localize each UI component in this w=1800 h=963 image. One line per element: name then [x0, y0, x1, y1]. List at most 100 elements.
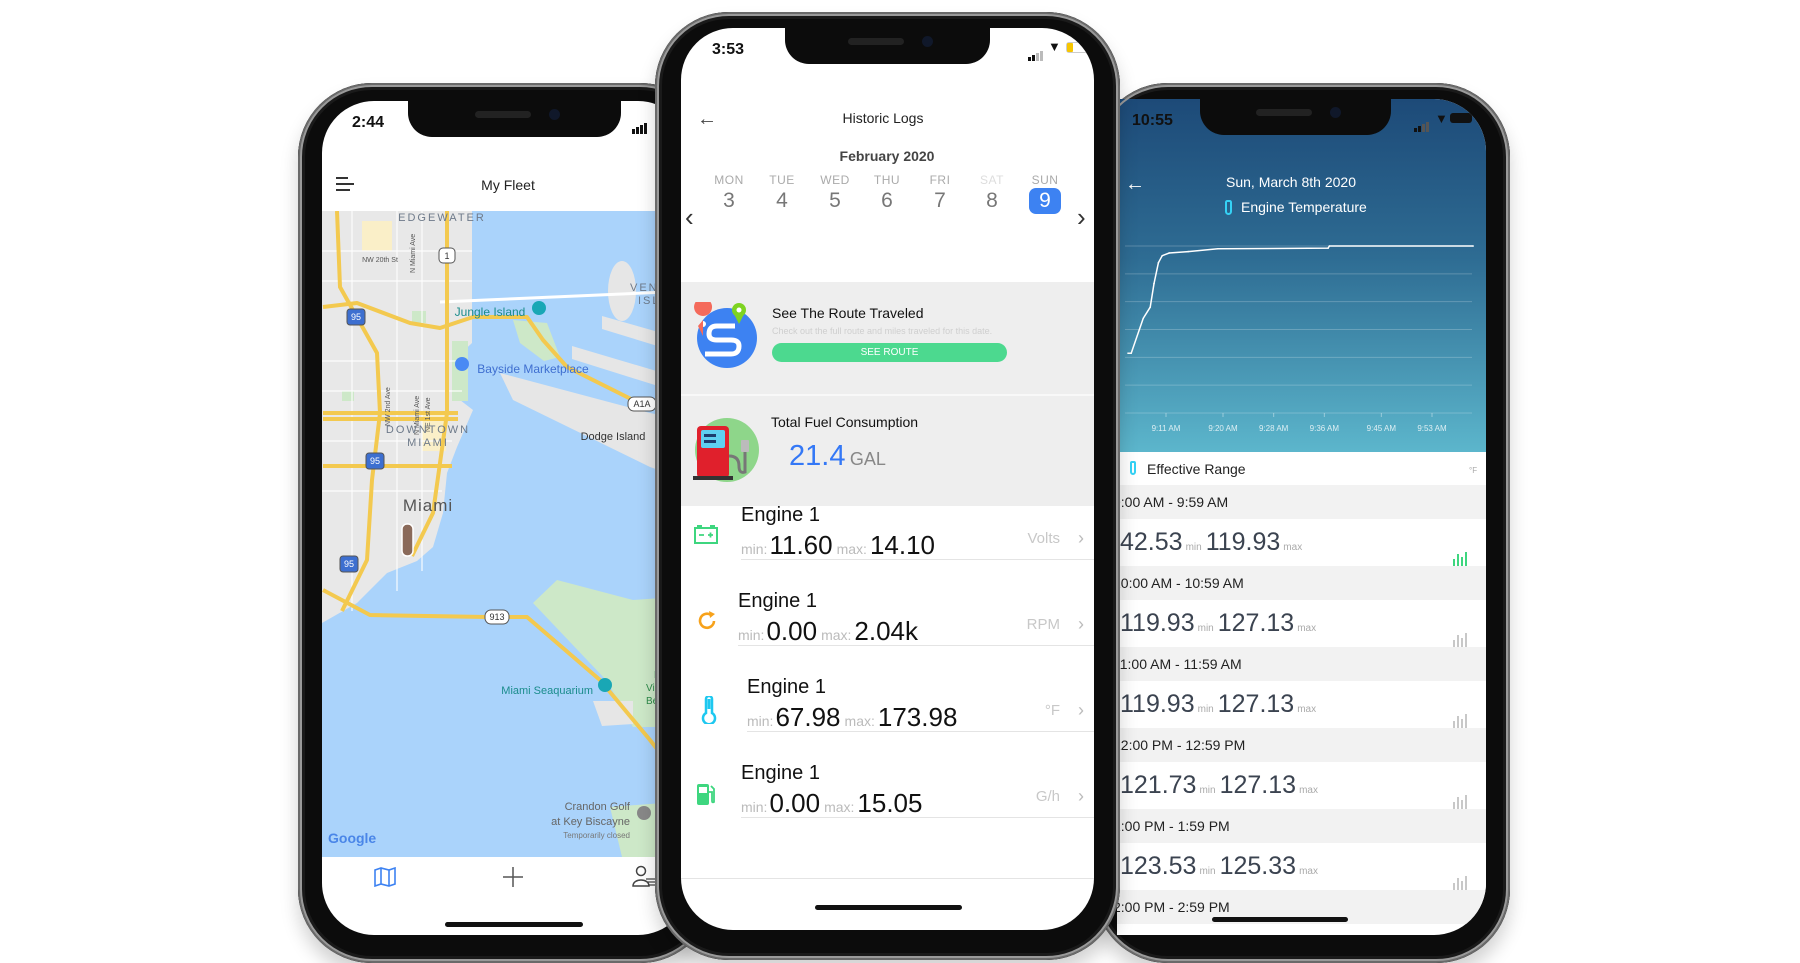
day-wed[interactable]: WED 5: [813, 173, 857, 214]
x-tick-label: 9:11 AM: [1152, 424, 1181, 433]
day-fri[interactable]: FRI 7: [918, 173, 962, 214]
poi-pin-icon[interactable]: [532, 301, 546, 315]
tab-map[interactable]: [374, 866, 396, 888]
day-of-week: SAT: [980, 173, 1004, 187]
day-number: 6: [881, 189, 893, 212]
map-shield-95: 95: [344, 559, 354, 569]
back-arrow-icon[interactable]: ←: [697, 108, 717, 131]
shopping-pin-icon[interactable]: [455, 357, 469, 371]
temperature-point: [1130, 352, 1132, 354]
next-week-chevron-icon[interactable]: ›: [1077, 204, 1086, 230]
home-indicator[interactable]: [815, 905, 962, 910]
day-of-week: SUN: [1031, 173, 1059, 187]
day-sun[interactable]: SUN 9: [1023, 173, 1067, 214]
range-max-label: max: [1297, 704, 1317, 715]
x-tick-label: 9:20 AM: [1208, 424, 1238, 433]
temperature-point: [1127, 352, 1129, 354]
max-label: max:: [844, 713, 875, 729]
left-phone-screen: 2:44 My Fleet 95 95 95 1 913 A1A EDGEWAT…: [322, 101, 690, 935]
fuel-total-unit: GAL: [849, 449, 886, 469]
thermometer-icon: [701, 694, 717, 729]
range-row[interactable]: 119.93 min 127.13 max: [1117, 600, 1486, 647]
range-row[interactable]: 121.73 min 127.13 max: [1117, 762, 1486, 809]
route-card[interactable]: See The Route Traveled Check out the ful…: [681, 282, 1094, 394]
map-label-crandon: Crandon Golf: [565, 801, 631, 813]
range-period-header: 9:00 AM - 9:59 AM: [1117, 485, 1486, 519]
range-max: 125.33: [1219, 852, 1297, 880]
fuel-pump-icon: [696, 782, 716, 811]
day-sat[interactable]: SAT 8: [970, 173, 1014, 214]
tab-account[interactable]: [632, 865, 656, 887]
map-label-edgewater: EDGEWATER: [398, 212, 486, 224]
x-tick-label: 9:28 AM: [1259, 424, 1289, 433]
poi-pin-icon[interactable]: [598, 678, 612, 692]
battery-icon: [694, 524, 718, 549]
home-indicator[interactable]: [1212, 917, 1348, 922]
day-tue[interactable]: TUE 4: [760, 173, 804, 214]
range-max: 127.13: [1217, 690, 1295, 718]
temperature-point: [1168, 252, 1170, 254]
map-label-street: NW 2nd Ave: [385, 387, 392, 426]
menu-icon[interactable]: [336, 177, 354, 191]
see-route-button[interactable]: SEE ROUTE: [772, 343, 1007, 362]
map-label-crandon-status: Temporarily closed: [563, 831, 630, 840]
map-label-jungle-island[interactable]: Jungle Island: [455, 305, 526, 319]
map-shield-95: 95: [351, 312, 361, 322]
range-min: 119.93: [1120, 690, 1195, 718]
list-end-divider: [681, 878, 1094, 879]
min-value: 0.00: [769, 788, 821, 818]
day-thu[interactable]: THU 6: [865, 173, 909, 214]
middle-phone-screen: 3:53 ▼ ← Historic Logs February 2020 ‹ ›…: [681, 28, 1094, 930]
min-max-values: min:0.00 max: 15.05: [741, 788, 922, 819]
engine-metric-row[interactable]: Engine 1 min:11.60 max: 14.10 Volts ›: [681, 486, 1094, 572]
range-row[interactable]: 123.53 min 125.33 max: [1117, 843, 1486, 890]
map-icon: [374, 866, 396, 888]
min-max-values: min:67.98 max: 173.98: [747, 702, 957, 733]
day-of-week: THU: [873, 173, 901, 187]
range-min-label: min: [1199, 785, 1216, 796]
engine-metric-row[interactable]: Engine 1 min:0.00 max: 15.05 G/h ›: [681, 744, 1094, 830]
max-label: max:: [824, 799, 855, 815]
temperature-chart[interactable]: 9:11 AM 9:20 AM 9:28 AM 9:36 AM 9:45 AM 9:53 …: [1117, 99, 1486, 452]
engine-metric-row[interactable]: Engine 1 min:67.98 max: 173.98 °F ›: [681, 658, 1094, 744]
range-min: 123.53: [1120, 852, 1197, 880]
map-label-bayside[interactable]: Bayside Marketplace: [477, 362, 589, 376]
fleet-map[interactable]: 95 95 95 1 913 A1A EDGEWATER NW 20th St …: [322, 211, 690, 857]
chevron-right-icon: ›: [1078, 700, 1084, 720]
temperature-point: [1142, 317, 1144, 320]
min-value: 67.98: [775, 702, 841, 732]
prev-week-chevron-icon[interactable]: ‹: [685, 204, 694, 230]
map-label-seaquarium[interactable]: Miami Seaquarium: [501, 685, 593, 697]
range-header-title: Effective Range: [1147, 461, 1246, 477]
range-max: 127.13: [1217, 609, 1295, 637]
range-period-header: 10:00 AM - 10:59 AM: [1117, 566, 1486, 600]
fuel-total-value: 21.4: [789, 440, 846, 472]
min-value: 0.00: [766, 616, 818, 646]
unit-label: RPM: [1026, 616, 1060, 633]
chevron-right-icon: ›: [1078, 528, 1084, 548]
day-number: 3: [723, 189, 735, 212]
boat-marker-icon[interactable]: [401, 523, 414, 557]
x-tick-label: 9:53 AM: [1417, 424, 1447, 433]
day-mon[interactable]: MON 3: [707, 173, 751, 214]
unit-label: °F: [1044, 702, 1060, 719]
page-title: Historic Logs: [842, 110, 924, 126]
map-shield-913: 913: [489, 612, 504, 622]
golf-pin-icon[interactable]: [637, 806, 651, 820]
day-number: 4: [776, 189, 788, 212]
range-row[interactable]: 119.93 min 127.13 max: [1117, 681, 1486, 728]
range-row[interactable]: 42.53 min 119.93 max: [1117, 519, 1486, 566]
row-divider: [738, 645, 1094, 646]
map-label-street: NW 20th St: [362, 257, 398, 264]
min-max-values: min:11.60 max: 14.10: [741, 530, 935, 561]
range-period: 12:00 PM - 12:59 PM: [1117, 737, 1246, 753]
tab-add[interactable]: [503, 867, 523, 887]
temperature-point: [1217, 247, 1219, 250]
engine-name: Engine 1: [747, 676, 826, 698]
temperature-point: [1328, 245, 1331, 247]
temperature-point: [1157, 261, 1160, 264]
home-indicator[interactable]: [445, 922, 583, 927]
map-shield-1: 1: [444, 251, 449, 261]
signal-icon: [1028, 43, 1044, 61]
engine-metric-row[interactable]: Engine 1 min:0.00 max: 2.04k RPM ›: [681, 572, 1094, 658]
